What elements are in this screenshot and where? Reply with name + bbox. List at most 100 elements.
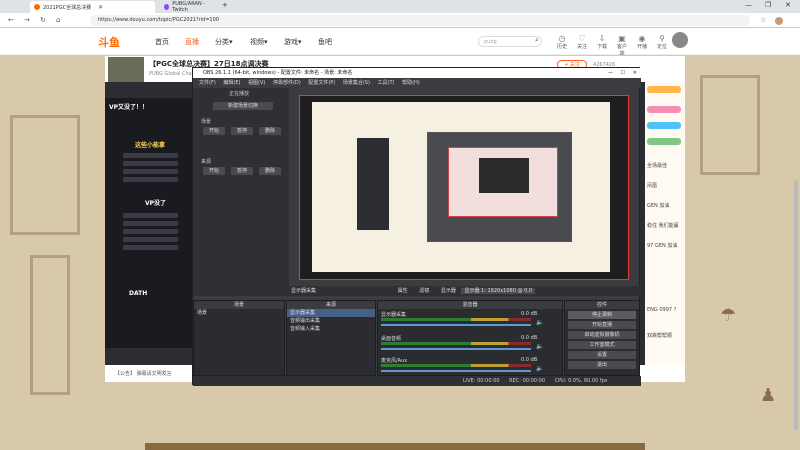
- controls-dock: 控件 停止录制 开始直播 启动虚拟摄像机 工作室模式 设置 退出: [564, 300, 640, 376]
- minimize-icon[interactable]: —: [745, 1, 752, 9]
- virtual-camera-button[interactable]: 启动虚拟摄像机: [568, 331, 636, 339]
- maximize-icon[interactable]: ❐: [765, 1, 771, 9]
- panel-label: 来源: [201, 159, 212, 165]
- source-item[interactable]: 音频输入采集: [287, 325, 375, 333]
- volume-meter: [381, 342, 531, 345]
- lower-banner: [145, 443, 645, 450]
- site-header: 斗鱼 首页 直播 分类▾ 视频▾ 游戏▾ 鱼吧 pubg ⌕ ◷ 历史 ♡ 关注 ⇩…: [0, 28, 800, 57]
- studio-mode-button[interactable]: 工作室模式: [568, 341, 636, 349]
- reload-icon[interactable]: ↻: [40, 16, 46, 24]
- dock-title: 来源: [287, 301, 375, 309]
- start-button[interactable]: 开始: [203, 167, 225, 175]
- chat-badge: [647, 86, 681, 93]
- start-streaming-button[interactable]: 开始直播: [568, 321, 636, 329]
- follow-label: 关注: [576, 44, 587, 50]
- nav-home[interactable]: 首页: [155, 37, 169, 47]
- channel-level: 0.0 dB: [521, 311, 538, 317]
- heart-icon: ♡: [578, 34, 586, 43]
- source-item[interactable]: 显示器采集: [287, 309, 375, 317]
- decor-frame: [700, 75, 760, 175]
- obs-transition-panel: 正在播放 新建场景切换 场景 开始 暂停 删除 来源 开始 暂停 删除: [193, 88, 289, 296]
- display-select[interactable]: 显示器 1: 1920x1080 @ 0,0: [461, 288, 536, 294]
- nav-fishbar[interactable]: 鱼吧: [318, 37, 332, 47]
- follow-list-button[interactable]: ♡ 关注: [575, 34, 589, 50]
- obs-source-toolbar: 显示器采集 属性 滤镜 显示器 显示器 1: 1920x1080 @ 0,0: [287, 286, 641, 296]
- obs-title-bar: OBS 26.1.1 (64-bit, windows) - 配置文件: 未命名…: [193, 68, 641, 78]
- close-window-icon[interactable]: ✕: [785, 1, 791, 9]
- download-icon: ⇩: [598, 34, 606, 43]
- tab-twitch[interactable]: PUBG/ARAN - Twitch: [160, 1, 220, 13]
- forward-icon[interactable]: →: [24, 16, 30, 24]
- nav-video[interactable]: 视频▾: [250, 37, 268, 47]
- nested-game-panel: [357, 138, 389, 230]
- mute-icon[interactable]: 🔈: [536, 365, 543, 372]
- streamer-avatar[interactable]: [108, 57, 144, 82]
- pause-button[interactable]: 暂停: [231, 167, 253, 175]
- back-icon[interactable]: ←: [8, 16, 14, 24]
- start-stream-button[interactable]: ◉ 开播: [635, 34, 649, 50]
- search-icon[interactable]: ⌕: [530, 36, 544, 45]
- volume-slider[interactable]: [381, 348, 531, 350]
- delete-button[interactable]: 删除: [259, 127, 281, 135]
- start-button[interactable]: 开始: [203, 127, 225, 135]
- user-avatar[interactable]: [672, 32, 688, 48]
- chat-line: ENG 0997 ?: [647, 307, 677, 313]
- obs-minimize-icon[interactable]: —: [608, 68, 613, 78]
- mute-icon[interactable]: 🔈: [536, 319, 543, 326]
- properties-button[interactable]: 属性: [398, 288, 408, 294]
- pause-button[interactable]: 暂停: [231, 127, 253, 135]
- source-item[interactable]: 音频输出采集: [287, 317, 375, 325]
- menu-profile[interactable]: 配置文件(P): [308, 80, 335, 86]
- menu-tools[interactable]: 工具(T): [378, 80, 395, 86]
- nav-category[interactable]: 分类▾: [215, 37, 233, 47]
- rec-timer: REC: 00:00:00: [509, 378, 546, 384]
- client-button[interactable]: ▣ 客户端: [615, 34, 629, 57]
- menu-scene-collection[interactable]: 场景集合(S): [343, 80, 370, 86]
- dock-title: 场景: [194, 301, 284, 309]
- volume-slider[interactable]: [381, 370, 531, 372]
- obs-maximize-icon[interactable]: ☐: [621, 68, 625, 78]
- site-logo[interactable]: 斗鱼: [98, 34, 120, 50]
- chat-line: 稳住 我们能赢: [647, 223, 679, 229]
- chat-line: 双跳帮帮顺: [647, 333, 673, 339]
- volume-meter: [381, 318, 531, 321]
- menu-edit[interactable]: 编辑(E): [223, 80, 240, 86]
- new-tab-icon[interactable]: +: [222, 1, 228, 9]
- obs-preview[interactable]: [299, 95, 629, 280]
- menu-file[interactable]: 文件(F): [199, 80, 216, 86]
- menu-view[interactable]: 视图(V): [248, 80, 265, 86]
- profile-avatar[interactable]: [775, 17, 783, 25]
- nested-browser-capture: [312, 102, 610, 272]
- address-bar-row: ← → ↻ ⌂ https://www.douyu.com/topic/PGC2…: [0, 13, 800, 28]
- scene-item[interactable]: 场景: [194, 309, 284, 317]
- download-button[interactable]: ⇩ 下载: [595, 34, 609, 50]
- volume-slider[interactable]: [381, 324, 531, 326]
- extensions-icon[interactable]: ☆: [760, 16, 766, 24]
- history-button[interactable]: ◷ 历史: [555, 34, 569, 50]
- menu-help[interactable]: 帮助(H): [402, 80, 420, 86]
- nested-preview: [448, 147, 558, 217]
- menu-docks[interactable]: 停靠部件(D): [273, 80, 301, 86]
- new-scene-switch-button[interactable]: 新建场景切换: [213, 102, 273, 110]
- page-scrollbar[interactable]: [794, 180, 798, 430]
- tab-pgc[interactable]: 2021PGC全球总决赛 ✕: [30, 1, 155, 13]
- figure-decoration-icon: ♟: [760, 385, 777, 406]
- home-icon[interactable]: ⌂: [56, 16, 60, 24]
- exit-button[interactable]: 退出: [568, 361, 636, 369]
- mixer-channel: 桌面音频 0.0 dB 🔈: [381, 335, 546, 357]
- download-label: 下载: [596, 44, 607, 50]
- overlay-text: 这些小能拿: [135, 142, 166, 149]
- nav-games[interactable]: 游戏▾: [284, 37, 302, 47]
- settings-button[interactable]: 设置: [568, 351, 636, 359]
- url-input[interactable]: https://www.douyu.com/topic/PGC2021?rid=…: [90, 15, 750, 26]
- channel-level: 0.0 dB: [521, 335, 538, 341]
- close-tab-icon[interactable]: ✕: [98, 4, 103, 11]
- filters-button[interactable]: 滤镜: [419, 288, 429, 294]
- stop-recording-button[interactable]: 停止录制: [568, 311, 636, 319]
- nav-live[interactable]: 直播: [185, 37, 199, 47]
- delete-button[interactable]: 删除: [259, 167, 281, 175]
- obs-close-icon[interactable]: ✕: [633, 68, 637, 78]
- overlay-text: DATH: [129, 290, 148, 297]
- mute-icon[interactable]: 🔈: [536, 343, 543, 350]
- location-button[interactable]: ⚲ 定位: [655, 34, 669, 50]
